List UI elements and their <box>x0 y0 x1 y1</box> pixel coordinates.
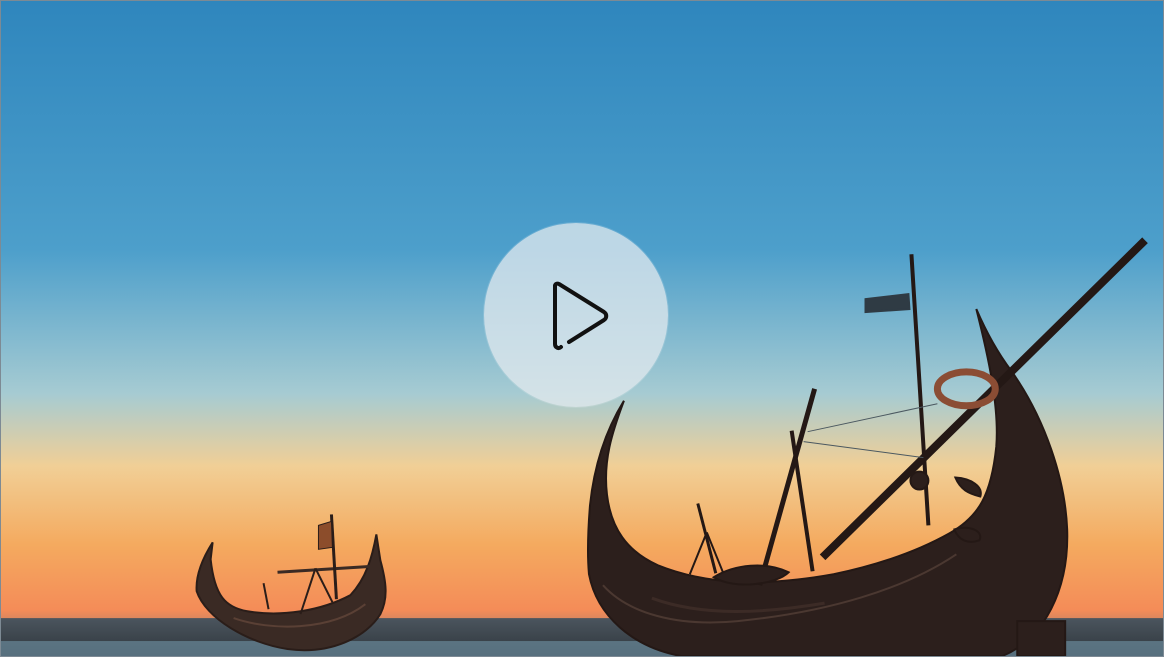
play-button[interactable] <box>484 223 668 407</box>
video-player[interactable] <box>0 0 1164 657</box>
play-icon <box>553 281 609 350</box>
